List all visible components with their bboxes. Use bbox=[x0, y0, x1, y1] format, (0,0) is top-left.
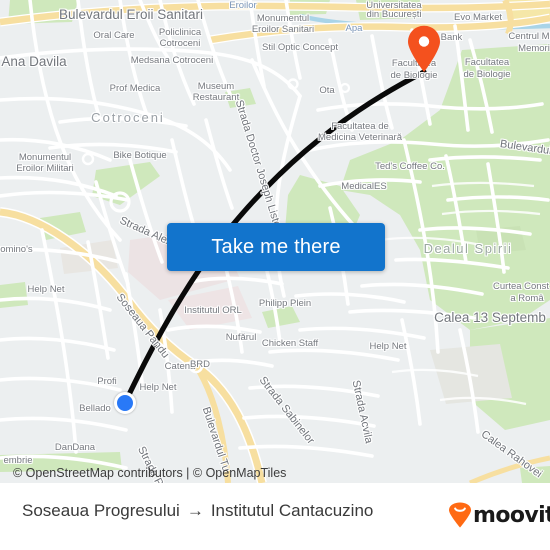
map-canvas[interactable]: Bulevardul Eroii Sanitari Eroilor Universi… bbox=[0, 0, 550, 483]
map-pin-icon bbox=[408, 25, 440, 72]
moovit-pin-icon bbox=[449, 502, 471, 528]
map-attribution[interactable]: © OpenStreetMap contributors | © OpenMap… bbox=[13, 466, 286, 480]
moovit-logo[interactable]: moovit bbox=[448, 502, 550, 528]
route-summary: Soseaua Progresului → Institutul Cantacuzi… bbox=[22, 501, 373, 521]
footer-bar: Soseaua Progresului → Institutul Cantacuzi… bbox=[0, 483, 550, 550]
route-destination-label: Institutul Cantacuzino bbox=[210, 501, 374, 520]
route-origin-label: Soseaua Progresului bbox=[22, 501, 180, 520]
arrow-right-icon: → bbox=[186, 501, 204, 520]
moovit-route-card: Bulevardul Eroii Sanitari Eroilor Universi… bbox=[0, 0, 550, 550]
moovit-wordmark: moovit bbox=[473, 502, 550, 528]
origin-marker[interactable] bbox=[114, 392, 136, 414]
take-me-there-button[interactable]: Take me there bbox=[167, 223, 385, 271]
destination-marker[interactable] bbox=[406, 25, 442, 73]
